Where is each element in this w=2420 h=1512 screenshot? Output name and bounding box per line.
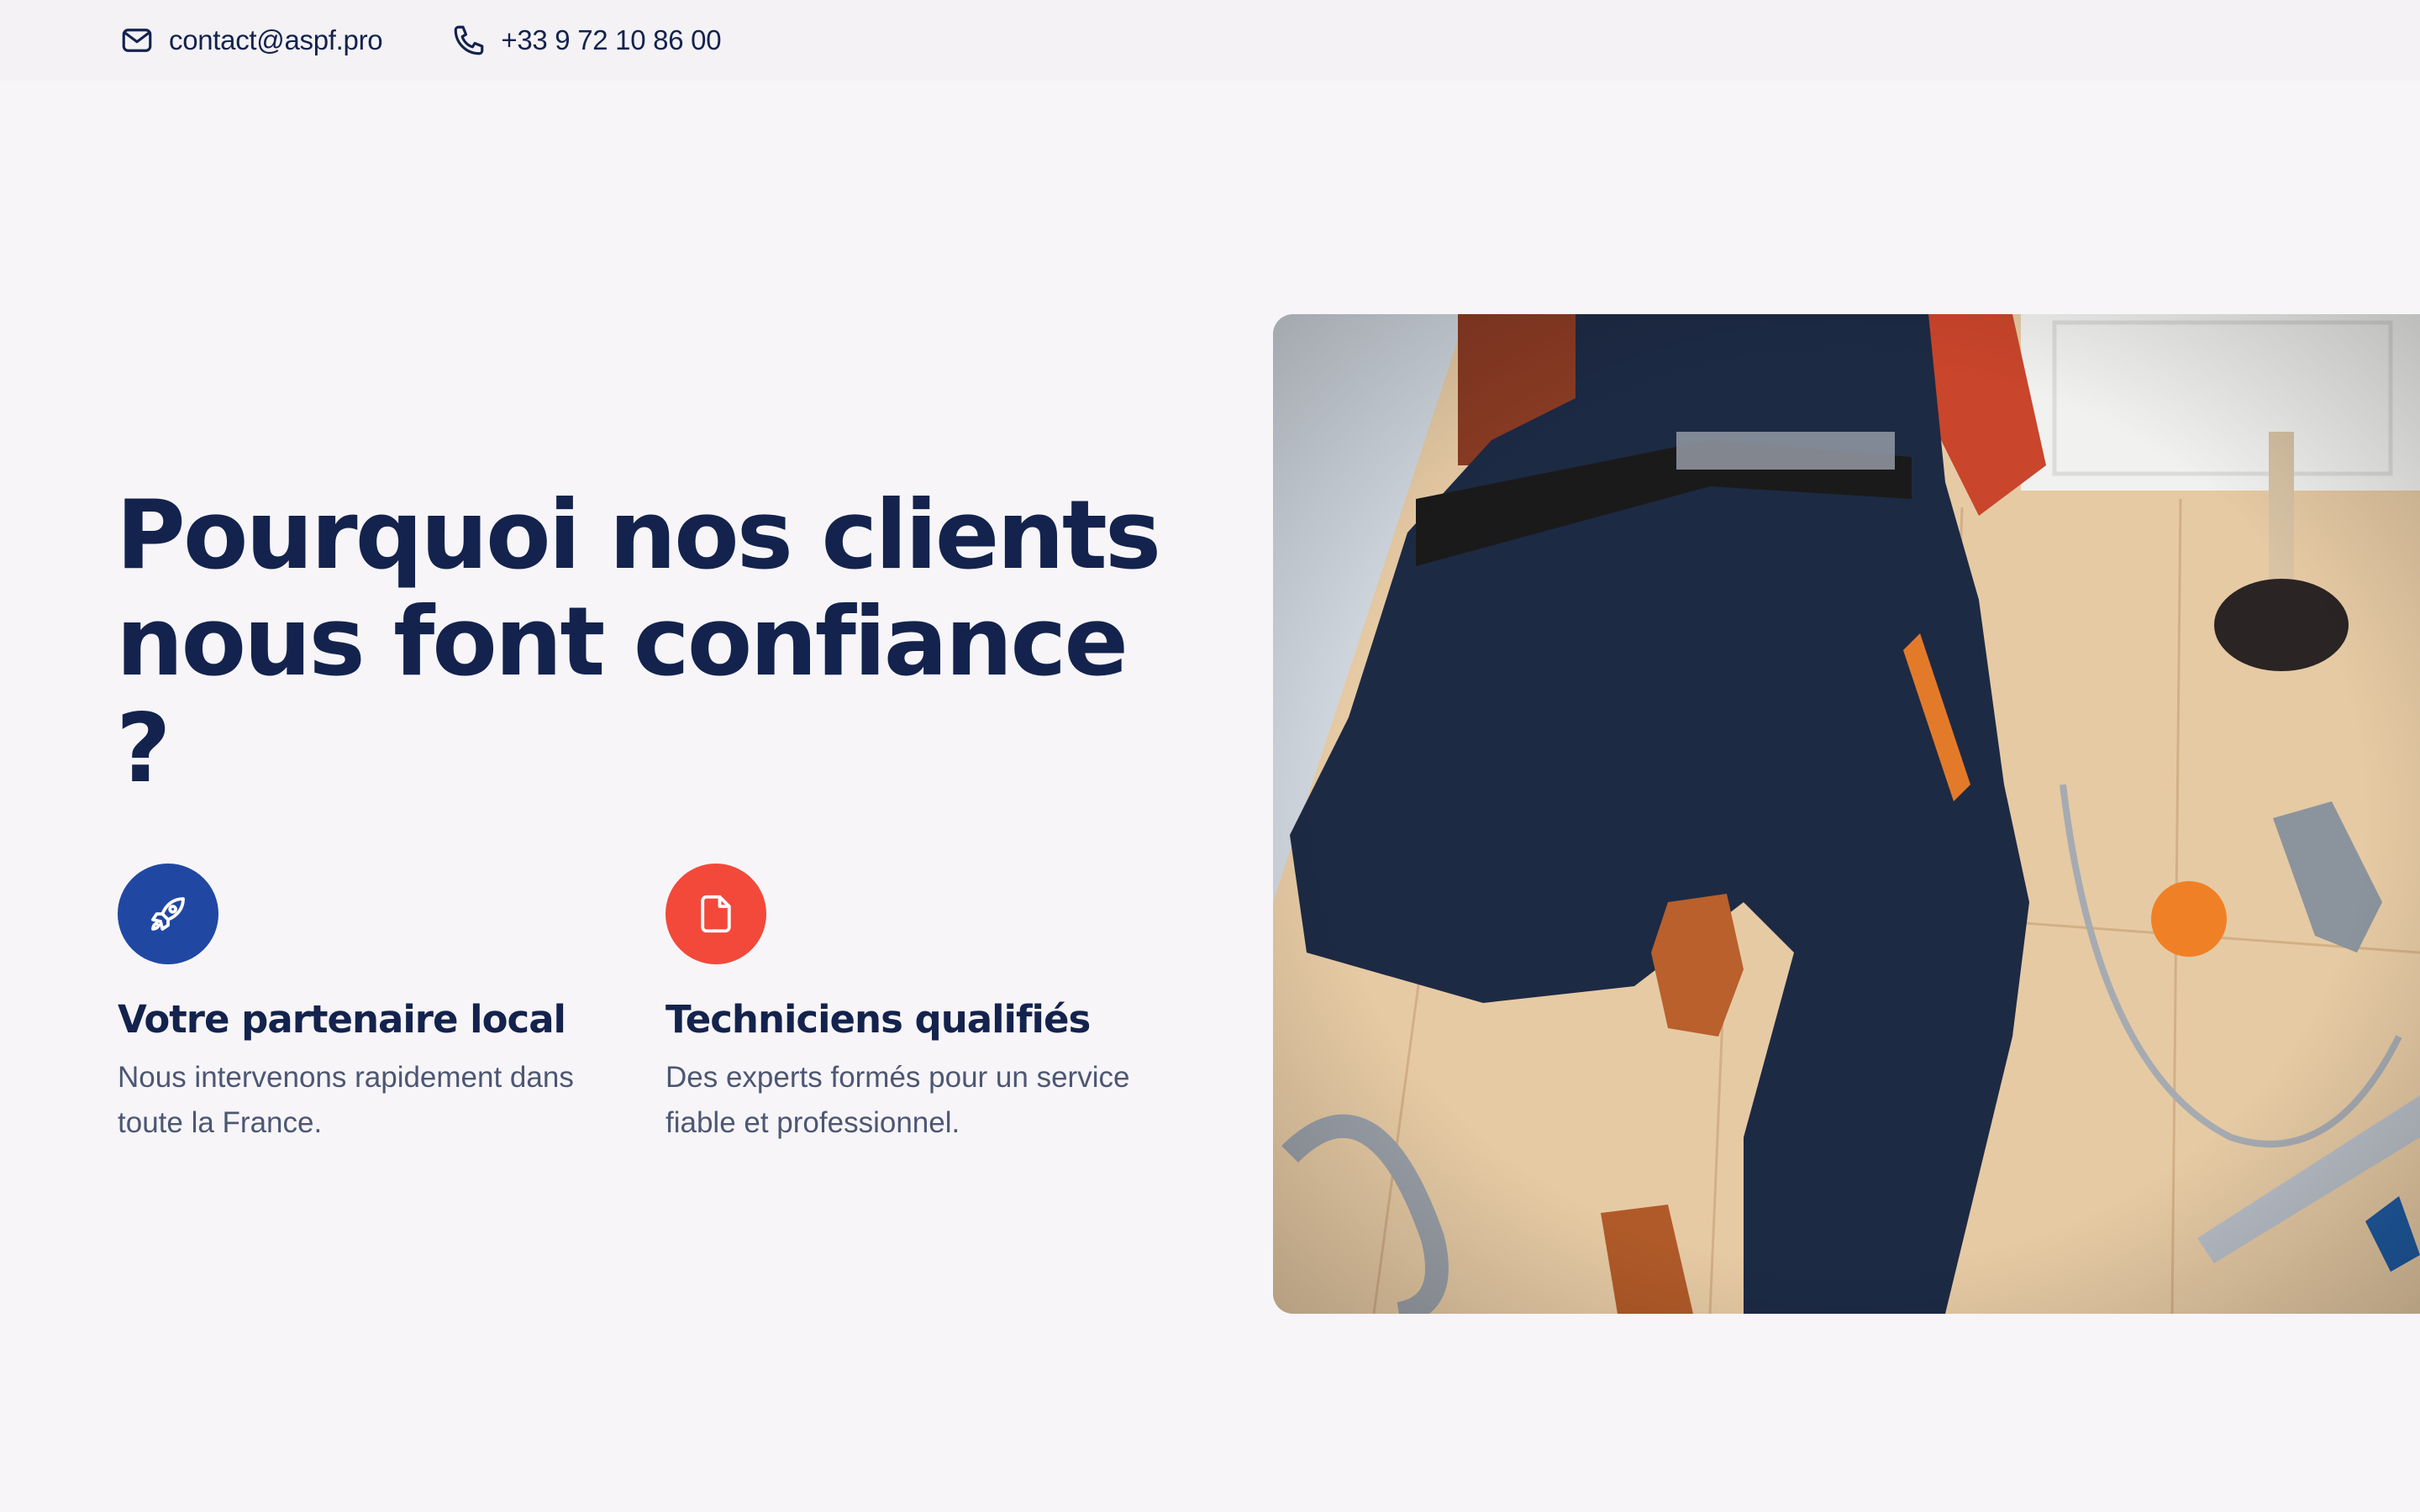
section-title-line-1: Pourquoi nos clients xyxy=(116,480,1161,591)
feature-icon-badge xyxy=(118,864,218,964)
phone-link[interactable]: +33 9 72 10 86 00 xyxy=(451,23,722,58)
feature-description: Nous intervenons rapidement dans toute l… xyxy=(118,1061,574,1139)
feature-title: Techniciens qualifiés xyxy=(666,997,1091,1042)
rocket-icon xyxy=(151,897,185,931)
mail-icon xyxy=(122,29,152,52)
email-link[interactable]: contact@aspf.pro xyxy=(119,23,383,58)
document-icon xyxy=(701,895,731,933)
plumber-photo xyxy=(1273,314,2420,1314)
phone-text: +33 9 72 10 86 00 xyxy=(501,24,722,55)
section-title: Pourquoi nos clients nous font confiance… xyxy=(116,482,1208,802)
plumber-illustration xyxy=(1273,314,2420,1314)
feature-qualified-technicians: Techniciens qualifiés Des experts formés… xyxy=(666,864,1170,1146)
feature-icon-badge xyxy=(666,864,766,964)
top-contact-bar: contact@aspf.pro +33 9 72 10 86 00 xyxy=(0,0,2420,81)
feature-title: Votre partenaire local xyxy=(118,997,566,1042)
email-text: contact@aspf.pro xyxy=(169,24,383,55)
feature-local-partner: Votre partenaire local Nous intervenons … xyxy=(118,864,622,1146)
feature-description: Des experts formés pour un service fiabl… xyxy=(666,1061,1130,1139)
phone-icon xyxy=(455,25,484,55)
section-title-line-2: nous font confiance ? xyxy=(116,586,1128,804)
